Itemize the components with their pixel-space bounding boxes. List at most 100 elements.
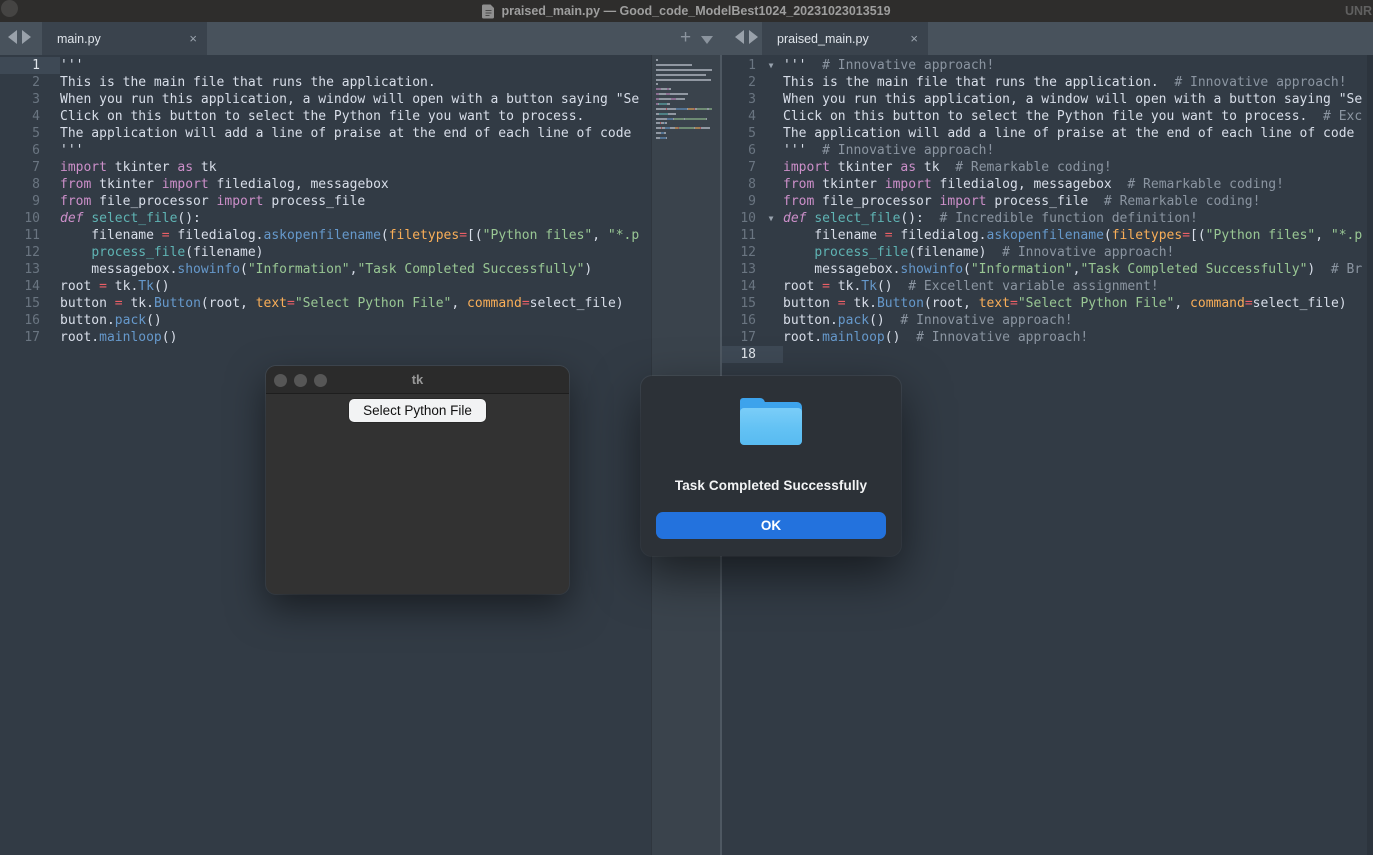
code-line[interactable]: 3When you run this application, a window… bbox=[0, 91, 651, 108]
code-text: Click on this button to select the Pytho… bbox=[60, 108, 584, 125]
select-python-file-button[interactable]: Select Python File bbox=[349, 399, 486, 422]
code-line[interactable]: 16button.pack() bbox=[0, 312, 651, 329]
line-number: 8 bbox=[722, 176, 759, 193]
tk-titlebar[interactable]: tk bbox=[266, 366, 569, 394]
nav-back-icon-left-pane[interactable] bbox=[8, 30, 17, 44]
tab-overflow-icon[interactable] bbox=[701, 36, 713, 50]
fold-column bbox=[759, 176, 783, 193]
tk-window: tk Select Python File bbox=[266, 366, 569, 594]
line-number: 6 bbox=[722, 142, 759, 159]
code-line[interactable]: 6''' bbox=[0, 142, 651, 159]
code-text: from file_processor import process_file … bbox=[783, 193, 1260, 210]
code-line[interactable]: 10def select_file(): bbox=[0, 210, 651, 227]
code-line[interactable]: 14root = tk.Tk() bbox=[0, 278, 651, 295]
nav-back-icon-right-pane[interactable] bbox=[735, 30, 744, 44]
code-line[interactable]: 6 ''' # Innovative approach! bbox=[722, 142, 1373, 159]
fold-column bbox=[759, 159, 783, 176]
fold-column bbox=[759, 108, 783, 125]
line-number: 10 bbox=[722, 210, 759, 227]
code-text: from tkinter import filedialog, messageb… bbox=[60, 176, 389, 193]
line-number: 6 bbox=[0, 142, 57, 159]
line-number: 9 bbox=[722, 193, 759, 210]
code-text: When you run this application, a window … bbox=[60, 91, 639, 108]
line-number: 13 bbox=[722, 261, 759, 278]
code-text: root = tk.Tk() # Excellent variable assi… bbox=[783, 278, 1159, 295]
tk-window-title: tk bbox=[266, 372, 569, 387]
fold-column bbox=[759, 261, 783, 278]
nav-forward-icon-left-pane[interactable] bbox=[22, 30, 31, 44]
code-line[interactable]: 12 process_file(filename) bbox=[0, 244, 651, 261]
code-line[interactable]: 9from file_processor import process_file bbox=[0, 193, 651, 210]
code-line[interactable]: 11 filename = filedialog.askopenfilename… bbox=[722, 227, 1373, 244]
code-line[interactable]: 2This is the main file that runs the app… bbox=[722, 74, 1373, 91]
line-number: 4 bbox=[722, 108, 759, 125]
code-line[interactable]: 17root.mainloop() bbox=[0, 329, 651, 346]
code-line[interactable]: 17root.mainloop() # Innovative approach! bbox=[722, 329, 1373, 346]
fold-column bbox=[759, 74, 783, 91]
code-line[interactable]: 10▼def select_file(): # Incredible funct… bbox=[722, 210, 1373, 227]
code-text: from tkinter import filedialog, messageb… bbox=[783, 176, 1284, 193]
unregistered-label: UNR bbox=[1345, 0, 1373, 22]
code-line[interactable]: 4Click on this button to select the Pyth… bbox=[722, 108, 1373, 125]
code-text: ''' # Innovative approach! bbox=[783, 57, 994, 74]
code-line[interactable]: 7import tkinter as tk bbox=[0, 159, 651, 176]
right-minimap-edge bbox=[1367, 55, 1373, 855]
code-line[interactable]: 1▼''' # Innovative approach! bbox=[722, 57, 1373, 74]
minimize-button[interactable] bbox=[294, 374, 307, 387]
nav-forward-icon-right-pane[interactable] bbox=[749, 30, 758, 44]
code-line[interactable]: 14root = tk.Tk() # Excellent variable as… bbox=[722, 278, 1373, 295]
line-number: 16 bbox=[0, 312, 57, 329]
fold-column bbox=[759, 312, 783, 329]
code-line[interactable]: 2This is the main file that runs the app… bbox=[0, 74, 651, 91]
code-line[interactable]: 8 from tkinter import filedialog, message… bbox=[722, 176, 1373, 193]
code-line[interactable]: 11 filename = filedialog.askopenfilename… bbox=[0, 227, 651, 244]
close-button[interactable] bbox=[274, 374, 287, 387]
fold-arrow-icon[interactable]: ▼ bbox=[759, 57, 783, 74]
code-line[interactable]: 4Click on this button to select the Pyth… bbox=[0, 108, 651, 125]
tab-label: praised_main.py bbox=[777, 32, 869, 46]
code-line[interactable]: 8from tkinter import filedialog, message… bbox=[0, 176, 651, 193]
zoom-button[interactable] bbox=[314, 374, 327, 387]
window-title: praised_main.py — Good_code_ModelBest102… bbox=[482, 4, 890, 19]
close-icon[interactable]: × bbox=[896, 32, 918, 45]
tab-praised-main-py[interactable]: praised_main.py × bbox=[762, 22, 928, 55]
line-number: 3 bbox=[0, 91, 57, 108]
line-number: 5 bbox=[722, 125, 759, 142]
code-line[interactable]: 1''' bbox=[0, 57, 651, 74]
code-text: ''' # Innovative approach! bbox=[783, 142, 994, 159]
code-line[interactable]: 16button.pack() # Innovative approach! bbox=[722, 312, 1373, 329]
code-line[interactable]: 5The application will add a line of prai… bbox=[0, 125, 651, 142]
code-line[interactable]: 3When you run this application, a window… bbox=[722, 91, 1373, 108]
code-line[interactable]: 7import tkinter as tk # Remarkable codin… bbox=[722, 159, 1373, 176]
code-text: process_file(filename) bbox=[60, 244, 264, 261]
code-text: filename = filedialog.askopenfilename(fi… bbox=[60, 227, 639, 244]
folder-icon bbox=[740, 398, 802, 445]
code-line[interactable]: 15button = tk.Button(root, text="Select … bbox=[0, 295, 651, 312]
code-line[interactable]: 5 The application will add a line of prai… bbox=[722, 125, 1373, 142]
close-icon[interactable]: × bbox=[175, 32, 197, 45]
line-number: 1 bbox=[722, 57, 759, 74]
new-tab-icon[interactable]: + bbox=[680, 28, 691, 48]
fold-column bbox=[759, 193, 783, 210]
traffic-light-button[interactable] bbox=[1, 0, 18, 17]
line-number: 15 bbox=[0, 295, 57, 312]
ok-button[interactable]: OK bbox=[656, 512, 886, 539]
code-line[interactable]: 15button = tk.Button(root, text="Select … bbox=[722, 295, 1373, 312]
fold-column bbox=[759, 244, 783, 261]
fold-arrow-icon[interactable]: ▼ bbox=[759, 210, 783, 227]
line-number: 11 bbox=[0, 227, 57, 244]
code-line[interactable]: 13 messagebox.showinfo("Information","Ta… bbox=[722, 261, 1373, 278]
tabbar: main.py × + praised_main.py × bbox=[0, 22, 1373, 55]
code-line[interactable]: 9 from file_processor import process_file… bbox=[722, 193, 1373, 210]
tab-main-py[interactable]: main.py × bbox=[42, 22, 207, 55]
line-number: 13 bbox=[0, 261, 57, 278]
line-number: 14 bbox=[0, 278, 57, 295]
code-line[interactable]: 13 messagebox.showinfo("Information","Ta… bbox=[0, 261, 651, 278]
code-text: The application will add a line of prais… bbox=[783, 125, 1354, 142]
line-number: 10 bbox=[0, 210, 57, 227]
code-line[interactable]: 18 bbox=[722, 346, 1373, 363]
code-line[interactable]: 12 process_file(filename) # Innovative a… bbox=[722, 244, 1373, 261]
fold-column bbox=[759, 142, 783, 159]
code-text: This is the main file that runs the appl… bbox=[783, 74, 1347, 91]
code-text: messagebox.showinfo("Information","Task … bbox=[60, 261, 592, 278]
